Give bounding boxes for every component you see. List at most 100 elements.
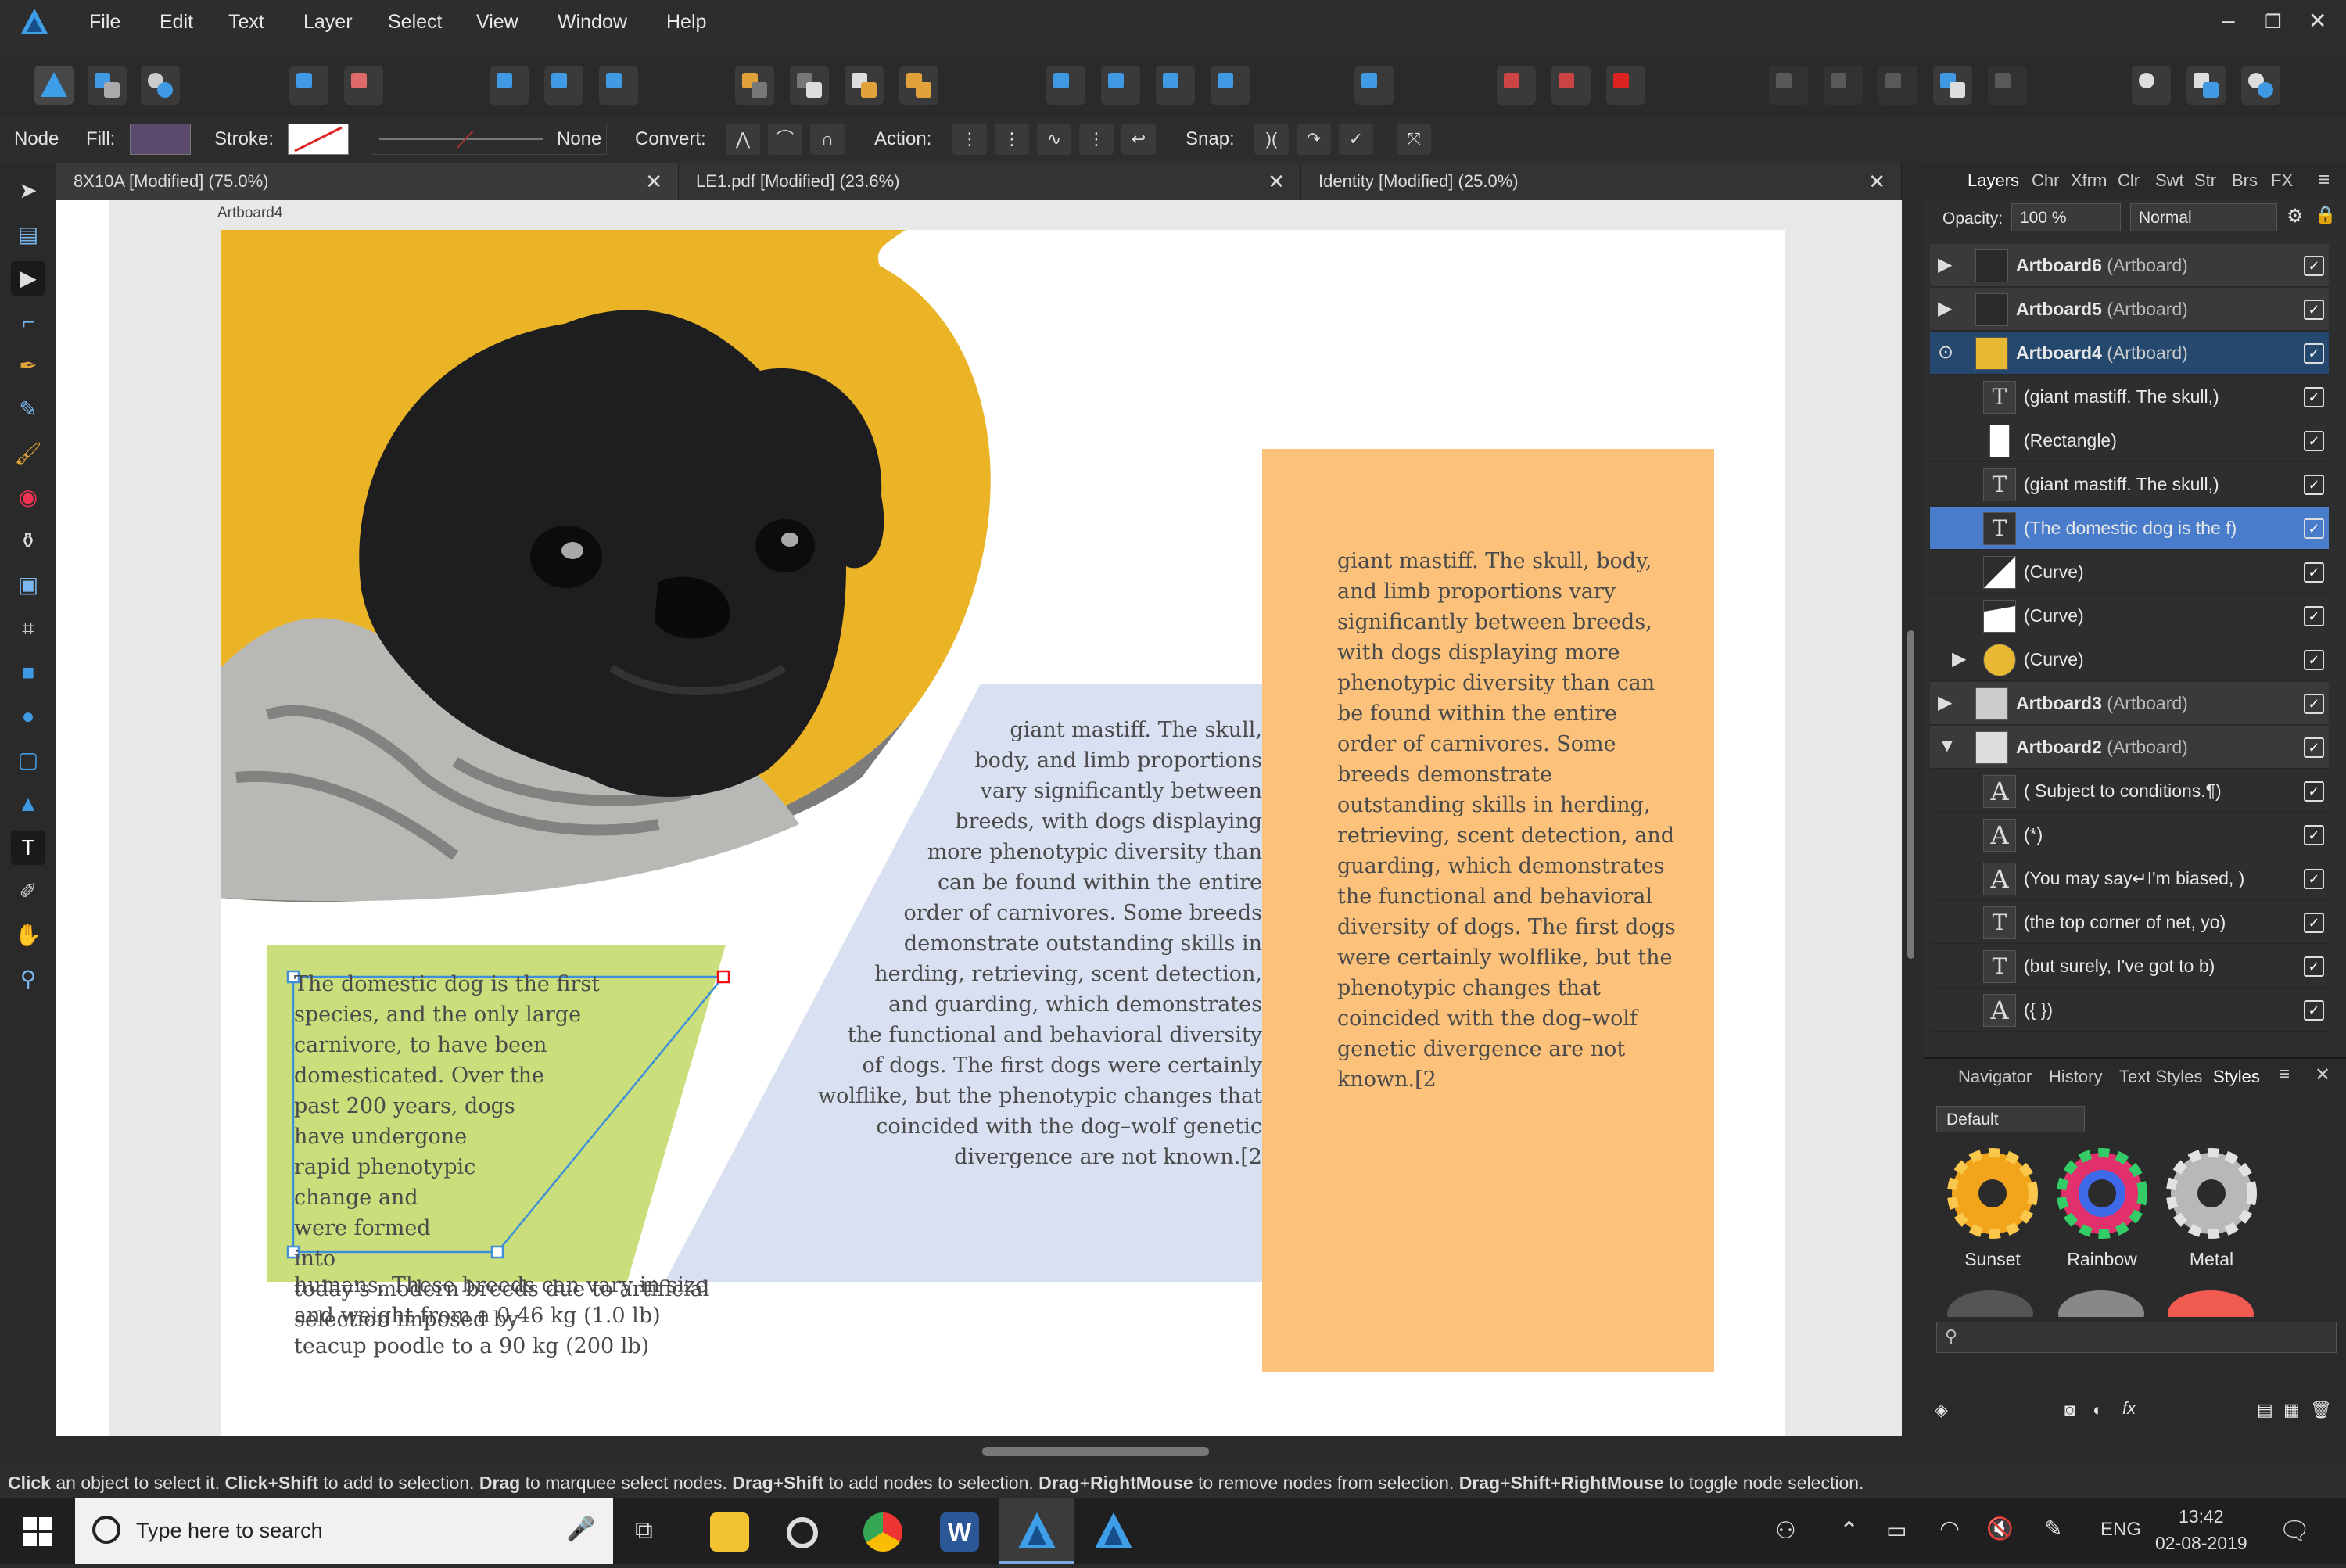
menu-layer[interactable]: Layer	[303, 11, 353, 34]
snap-angle-button[interactable]: ✓	[1339, 124, 1373, 155]
layer-row[interactable]: A ({ }) ✓	[1930, 989, 2329, 1032]
close-curve-button[interactable]: ⋮	[995, 124, 1029, 155]
layer-row[interactable]: ▶ Artboard6 (Artboard) ✓	[1930, 244, 2329, 287]
layer-row[interactable]: (Curve) ✓	[1930, 551, 2329, 594]
menu-file[interactable]: File	[89, 11, 120, 34]
join-curves-button[interactable]: ⋮	[1079, 124, 1114, 155]
windows-start-icon[interactable]	[23, 1517, 53, 1547]
ellipse-tool-icon[interactable]: ●	[11, 699, 45, 734]
word-icon[interactable]: W	[940, 1512, 979, 1552]
tab-text-styles[interactable]: Text Styles	[2119, 1067, 2202, 1087]
color-picker-tool-icon[interactable]: ✐	[11, 874, 45, 909]
layer-row[interactable]: ▶ Artboard5 (Artboard) ✓	[1930, 288, 2329, 331]
scroll-thumb[interactable]	[1907, 630, 1914, 959]
visibility-checkbox[interactable]: ✓	[2304, 475, 2324, 495]
style-preset-partial[interactable]	[2168, 1290, 2254, 1317]
tab-layers[interactable]: Layers	[1968, 170, 2019, 191]
expand-icon[interactable]: ▶	[1952, 648, 1966, 670]
quick-shape-button[interactable]	[2186, 66, 2226, 105]
close-tab-icon[interactable]: ✕	[1268, 163, 1285, 200]
tab-identity[interactable]: Identity [Modified] (25.0%) ✕	[1301, 163, 1902, 200]
style-search-input[interactable]: ⚲	[1936, 1322, 2337, 1353]
visibility-checkbox[interactable]: ✓	[2304, 913, 2324, 933]
layer-row[interactable]: T (the top corner of net, yo) ✓	[1930, 901, 2329, 944]
pie-button[interactable]	[2241, 66, 2280, 105]
snapping-magnet-button[interactable]	[1606, 66, 1645, 105]
collapse-icon[interactable]: ⊙	[1938, 341, 1953, 364]
menu-view[interactable]: View	[476, 11, 518, 34]
menu-edit[interactable]: Edit	[160, 11, 193, 34]
node-tool-icon[interactable]: ▶	[11, 261, 45, 296]
tab-history[interactable]: History	[2049, 1067, 2102, 1087]
grid-button[interactable]	[1497, 66, 1536, 105]
menu-text[interactable]: Text	[228, 11, 264, 34]
battery-icon[interactable]: ▭	[1886, 1517, 1907, 1543]
artboard[interactable]: The domestic dog is the first species, a…	[221, 230, 1785, 1436]
style-preset-partial[interactable]	[1947, 1290, 2033, 1317]
visibility-checkbox[interactable]: ✓	[2304, 256, 2324, 276]
snap-node-button[interactable]: )(	[1254, 124, 1289, 155]
reverse-curves-button[interactable]: ↩	[1121, 124, 1156, 155]
chrome-icon[interactable]	[863, 1512, 902, 1552]
tab-le1[interactable]: LE1.pdf [Modified] (23.6%) ✕	[679, 163, 1301, 200]
visibility-checkbox[interactable]: ✓	[2304, 300, 2324, 320]
tab-character[interactable]: Chr	[2032, 170, 2059, 191]
fill-swatch[interactable]	[130, 124, 191, 155]
place-image-tool-icon[interactable]: ▣	[11, 568, 45, 602]
convert-sharp-button[interactable]: ⋀	[726, 124, 760, 155]
canvas[interactable]: Artboard4 The domestic dog is the first …	[56, 200, 1924, 1436]
visibility-checkbox[interactable]: ✓	[2304, 518, 2324, 539]
style-preset-metal[interactable]: Metal	[2155, 1146, 2268, 1287]
visibility-checkbox[interactable]: ✓	[2304, 694, 2324, 714]
rounded-rectangle-tool-icon[interactable]: ▢	[11, 743, 45, 777]
stroke-width-button[interactable]	[2132, 66, 2171, 105]
export-persona-button[interactable]	[141, 66, 180, 105]
menu-select[interactable]: Select	[388, 11, 442, 34]
taskbar-search-box[interactable]: Type here to search 🎤	[75, 1498, 613, 1564]
zoom-tool-icon[interactable]: ⚲	[11, 962, 45, 996]
orange-text[interactable]: giant mastiff. The skull, body, and limb…	[1337, 546, 1681, 1095]
visibility-checkbox[interactable]: ✓	[2304, 825, 2324, 845]
snapping-button[interactable]	[289, 66, 328, 105]
crop-tool-icon[interactable]: ⌗	[11, 612, 45, 646]
delete-icon[interactable]: 🗑	[2310, 1400, 2332, 1420]
isolate-button[interactable]	[344, 66, 383, 105]
visibility-checkbox[interactable]: ✓	[2304, 737, 2324, 758]
tab-8x10a[interactable]: 8X10A [Modified] (75.0%) ✕	[56, 163, 679, 200]
transparency-tool-icon[interactable]: ⚱	[11, 524, 45, 558]
visibility-checkbox[interactable]: ✓	[2304, 869, 2324, 889]
layer-row[interactable]: T (giant mastiff. The skull,) ✓	[1930, 463, 2329, 506]
group-icon[interactable]: ▦	[2283, 1400, 2300, 1420]
corner-tool-icon[interactable]: ⌐	[11, 305, 45, 339]
transform-mode-3-button[interactable]	[599, 66, 638, 105]
restore-icon[interactable]: ❐	[2265, 11, 2282, 34]
transform-mode-button[interactable]	[490, 66, 529, 105]
tab-color[interactable]: Clr	[2118, 170, 2140, 191]
style-preset-sunset[interactable]: Sunset	[1936, 1146, 2049, 1287]
arrange-front-button[interactable]	[899, 66, 938, 105]
add-layer-icon[interactable]: ▤	[2257, 1400, 2273, 1420]
pen-tool-icon[interactable]: ✒	[11, 349, 45, 383]
break-curve-button[interactable]: ⋮	[952, 124, 987, 155]
layer-row[interactable]: A (You may say↵I'm biased, ) ✓	[1930, 857, 2329, 900]
panel-menu-icon[interactable]: ≡	[2318, 167, 2330, 192]
boolean-subtract-button[interactable]	[1824, 66, 1863, 105]
show-hidden-icons-icon[interactable]: ⌃	[1839, 1517, 1859, 1545]
style-category-select[interactable]: Default	[1936, 1106, 2085, 1132]
visibility-checkbox[interactable]: ✓	[2304, 781, 2324, 802]
layer-row[interactable]: (Curve) ✓	[1930, 594, 2329, 637]
horizontal-scrollbar[interactable]	[56, 1436, 1921, 1467]
layer-row[interactable]: T (giant mastiff. The skull,) ✓	[1930, 375, 2329, 418]
visibility-checkbox[interactable]: ✓	[2304, 606, 2324, 626]
tab-styles[interactable]: Styles	[2213, 1067, 2260, 1087]
transform-mode-button[interactable]: ⤧	[1397, 124, 1431, 155]
style-preset-rainbow[interactable]: Rainbow	[2046, 1146, 2158, 1287]
rotate-right-button[interactable]	[1211, 66, 1250, 105]
lock-icon[interactable]: 🔒	[2315, 205, 2336, 225]
tab-swatches[interactable]: Swt	[2155, 170, 2184, 191]
pixel-persona-button[interactable]	[88, 66, 127, 105]
pen-icon[interactable]: ✎	[2044, 1516, 2062, 1541]
expand-icon[interactable]: ▶	[1938, 253, 1952, 276]
shape-tool-icon[interactable]: ▲	[11, 787, 45, 821]
boolean-divide-button[interactable]	[1988, 66, 2027, 105]
